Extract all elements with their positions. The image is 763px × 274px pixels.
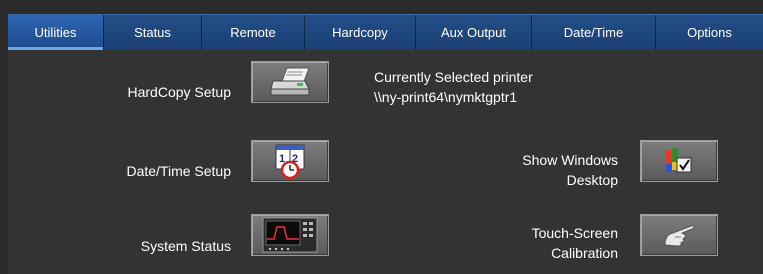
- utilities-dialog: Utilities Status Remote Hardcopy Aux Out…: [0, 0, 763, 274]
- touch-screen-calibration-button[interactable]: [640, 214, 718, 256]
- show-windows-desktop-button[interactable]: [640, 140, 718, 182]
- date-time-setup-button[interactable]: 1 2: [251, 140, 329, 182]
- calendar-clock-icon: 1 2: [270, 142, 310, 180]
- date-time-setup-label: Date/Time Setup: [126, 163, 231, 179]
- printer-heading: Currently Selected printer: [374, 69, 533, 85]
- oscilloscope-icon: [262, 217, 318, 253]
- tab-date-time[interactable]: Date/Time: [532, 15, 656, 50]
- system-status-label: System Status: [140, 238, 231, 254]
- tab-options[interactable]: Options: [656, 15, 763, 50]
- show-windows-desktop-label-line1: Show Windows: [522, 152, 618, 168]
- hardcopy-setup-button[interactable]: [251, 61, 329, 103]
- tab-aux-output[interactable]: Aux Output: [416, 15, 532, 50]
- hardcopy-setup-label: HardCopy Setup: [127, 84, 231, 100]
- tab-bar: Utilities Status Remote Hardcopy Aux Out…: [8, 14, 763, 51]
- show-windows-desktop-label-line2: Desktop: [566, 172, 618, 188]
- touch-screen-label-line2: Calibration: [551, 245, 618, 261]
- printer-icon: [267, 65, 313, 99]
- tab-hardcopy[interactable]: Hardcopy: [305, 15, 416, 50]
- windows-desktop-icon: [662, 146, 696, 176]
- system-status-button[interactable]: [251, 214, 329, 256]
- tab-utilities[interactable]: Utilities: [8, 15, 104, 50]
- tab-status[interactable]: Status: [104, 15, 202, 50]
- utilities-panel: HardCopy Setup Currently Selected printe…: [8, 50, 763, 274]
- printer-path: \\ny-print64\nymktgptr1: [374, 89, 518, 105]
- tab-remote[interactable]: Remote: [202, 15, 305, 50]
- touch-screen-label-line1: Touch-Screen: [531, 225, 618, 241]
- pointing-hand-icon: [661, 221, 697, 249]
